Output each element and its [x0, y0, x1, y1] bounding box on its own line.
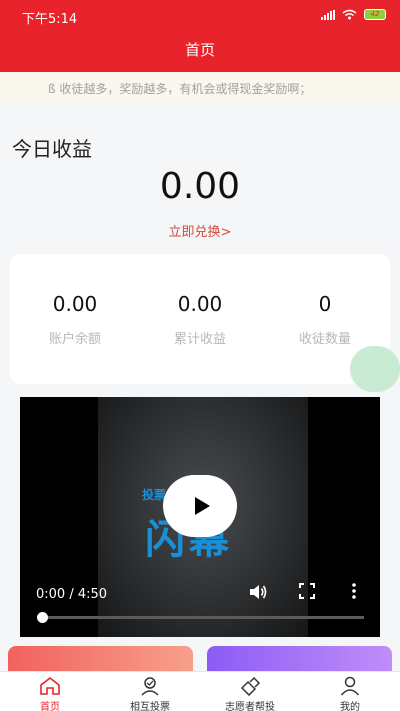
tab-label: 相互投票 — [130, 702, 170, 711]
tab-profile[interactable]: 我的 — [300, 672, 400, 711]
video-player[interactable]: 投票 闪幕 0:00 / 4:50 — [20, 397, 380, 637]
status-bar: 下午5:14 42 — [0, 0, 400, 30]
notice-marquee: ß 收徒越多，奖励越多，有机会或得现金奖励啊； — [0, 72, 400, 106]
video-progress-track[interactable] — [40, 616, 364, 619]
volume-icon[interactable] — [248, 583, 268, 601]
profile-icon — [340, 676, 360, 696]
stat-value: 0.00 — [177, 292, 223, 316]
battery-icon: 42 — [364, 9, 386, 20]
wifi-icon — [342, 9, 357, 20]
tab-label: 首页 — [40, 702, 60, 711]
stats-card: 0.00 账户余额 0.00 累计收益 0 收徒数量 — [10, 254, 390, 384]
stat-label: 账户余额 — [48, 332, 101, 347]
more-options-icon[interactable] — [351, 583, 357, 599]
today-earnings-title: 今日收益 — [12, 137, 92, 161]
floating-assist-button[interactable] — [350, 346, 400, 392]
signal-icon — [321, 9, 335, 20]
volunteer-help-icon — [240, 676, 261, 696]
video-time: 0:00 / 4:50 — [36, 587, 108, 602]
page-title: 首页 — [184, 41, 215, 59]
status-icons: 42 — [321, 9, 386, 20]
stat-label: 累计收益 — [173, 332, 226, 347]
stat-apprentice-count[interactable]: 0 收徒数量 — [265, 292, 385, 347]
stat-value: 0 — [318, 292, 332, 316]
play-button[interactable] — [163, 475, 237, 537]
video-progress-handle[interactable] — [37, 612, 48, 623]
stat-label: 收徒数量 — [298, 332, 351, 347]
tab-volunteer-help[interactable]: 志愿者帮投 — [200, 672, 300, 711]
home-icon — [40, 676, 60, 695]
bottom-tab-bar: 首页 相互投票 志愿者帮投 我的 — [0, 671, 400, 711]
today-earnings-value: 0.00 — [159, 166, 241, 207]
status-time: 下午5:14 — [22, 12, 78, 27]
tab-mutual-vote[interactable]: 相互投票 — [100, 672, 200, 711]
tab-label: 我的 — [340, 702, 360, 711]
app-header: 下午5:14 42 首页 — [0, 0, 400, 72]
redeem-link[interactable]: 立即兑换> — [0, 221, 400, 240]
mutual-vote-icon — [141, 677, 159, 696]
tab-home[interactable]: 首页 — [0, 672, 100, 711]
stat-value: 0.00 — [52, 292, 98, 316]
stat-total-earnings[interactable]: 0.00 累计收益 — [140, 292, 260, 347]
stat-account-balance[interactable]: 0.00 账户余额 — [15, 292, 135, 347]
tab-label: 志愿者帮投 — [225, 702, 275, 711]
fullscreen-icon[interactable] — [299, 583, 315, 599]
